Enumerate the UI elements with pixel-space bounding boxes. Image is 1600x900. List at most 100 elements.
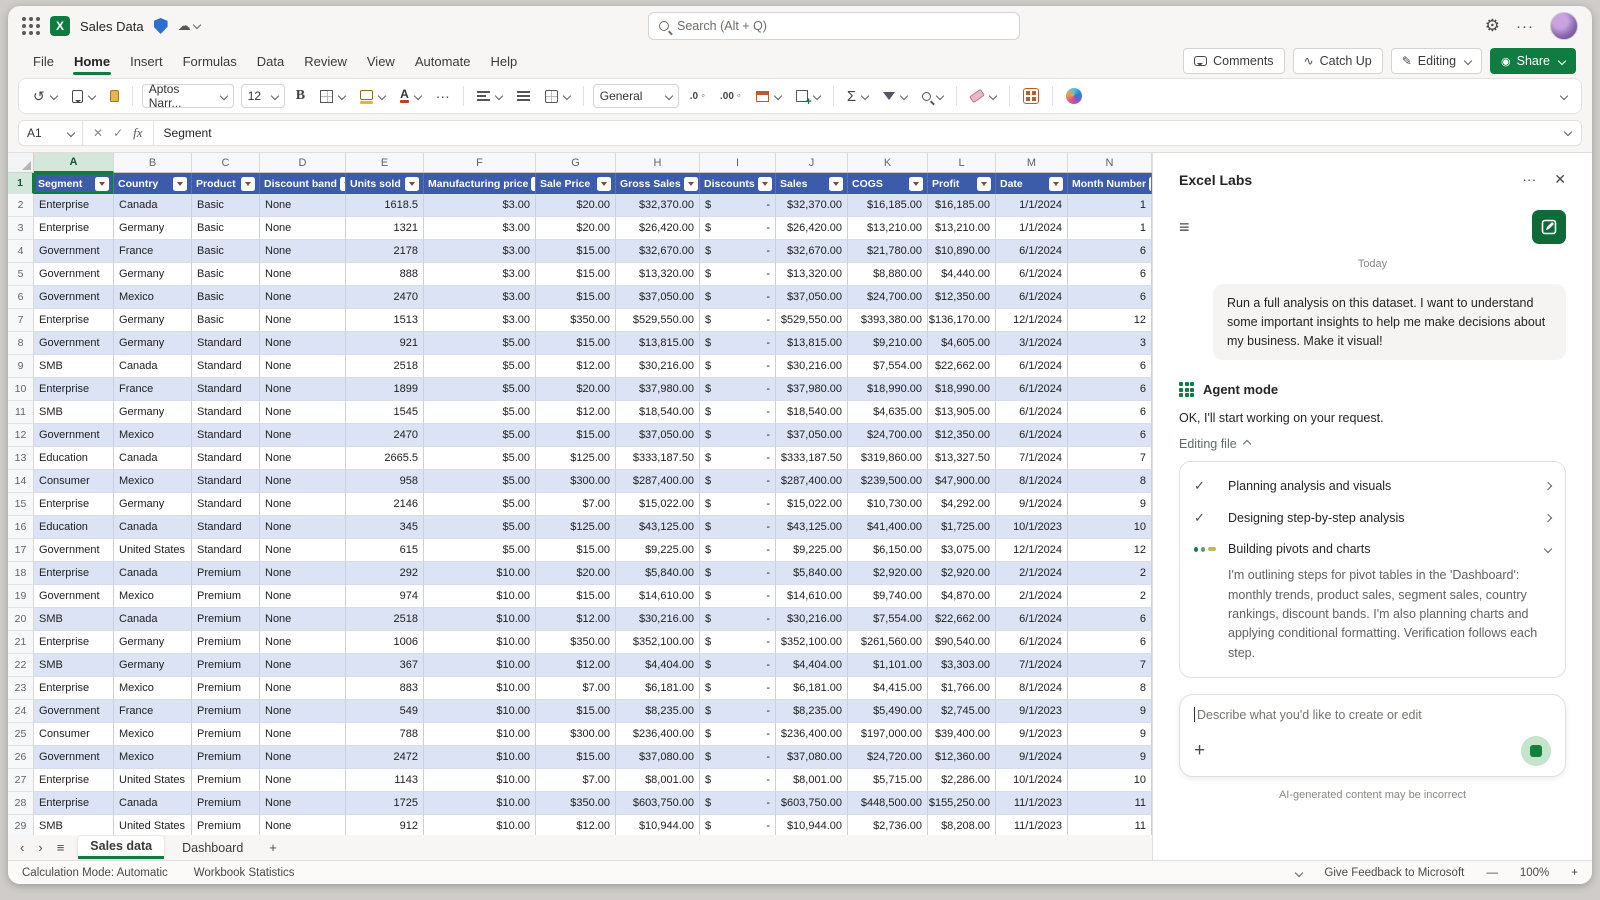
cell-B18[interactable]: Canada (114, 562, 192, 585)
cell-J19[interactable]: $14,610.00 (776, 585, 848, 608)
cell-N20[interactable]: 6 (1068, 608, 1152, 631)
cell-E27[interactable]: 1143 (346, 769, 424, 792)
formula-input[interactable]: Segment (154, 126, 1552, 140)
cell-A29[interactable]: SMB (34, 815, 114, 835)
cell-G8[interactable]: $15.00 (536, 332, 616, 355)
cell-L17[interactable]: $3,075.00 (928, 539, 996, 562)
header-cell-units-sold[interactable]: Units sold (346, 173, 424, 194)
cell-N17[interactable]: 12 (1068, 539, 1152, 562)
cell-A4[interactable]: Government (34, 240, 114, 263)
cell-F10[interactable]: $5.00 (424, 378, 536, 401)
cell-G20[interactable]: $12.00 (536, 608, 616, 631)
ribbon-tab-view[interactable]: View (358, 50, 404, 73)
cell-E3[interactable]: 1321 (346, 217, 424, 240)
cell-E8[interactable]: 921 (346, 332, 424, 355)
cell-M4[interactable]: 6/1/2024 (996, 240, 1068, 263)
column-header-N[interactable]: N (1068, 153, 1152, 173)
cell-F6[interactable]: $3.00 (424, 286, 536, 309)
column-header-E[interactable]: E (346, 153, 424, 173)
cell-L6[interactable]: $12,350.00 (928, 286, 996, 309)
filter-dropdown-icon[interactable] (173, 176, 187, 191)
cell-M17[interactable]: 12/1/2024 (996, 539, 1068, 562)
cell-E16[interactable]: 345 (346, 516, 424, 539)
cell-I13[interactable]: $ - (700, 447, 776, 470)
cell-A12[interactable]: Government (34, 424, 114, 447)
cell-F11[interactable]: $5.00 (424, 401, 536, 424)
cell-J24[interactable]: $8,235.00 (776, 700, 848, 723)
column-header-M[interactable]: M (996, 153, 1068, 173)
cell-J8[interactable]: $13,815.00 (776, 332, 848, 355)
cell-A23[interactable]: Enterprise (34, 677, 114, 700)
cell-J5[interactable]: $13,320.00 (776, 263, 848, 286)
cell-F29[interactable]: $10.00 (424, 815, 536, 835)
editing-mode-button[interactable]: ✎ Editing (1390, 48, 1483, 74)
cell-B29[interactable]: United States (114, 815, 192, 835)
cell-L18[interactable]: $2,920.00 (928, 562, 996, 585)
cell-D21[interactable]: None (260, 631, 346, 654)
row-header-14[interactable]: 14 (8, 470, 34, 493)
cell-D27[interactable]: None (260, 769, 346, 792)
cell-C26[interactable]: Premium (192, 746, 260, 769)
cell-E25[interactable]: 788 (346, 723, 424, 746)
cell-K4[interactable]: $21,780.00 (848, 240, 928, 263)
cell-D5[interactable]: None (260, 263, 346, 286)
cell-A14[interactable]: Consumer (34, 470, 114, 493)
formula-bar-expand-button[interactable] (1552, 126, 1581, 140)
cell-E2[interactable]: 1618.5 (346, 194, 424, 217)
undo-button[interactable]: ↺ (29, 85, 61, 108)
cell-M26[interactable]: 9/1/2024 (996, 746, 1068, 769)
cell-N13[interactable]: 7 (1068, 447, 1152, 470)
cell-C17[interactable]: Standard (192, 539, 260, 562)
cell-J13[interactable]: $333,187.50 (776, 447, 848, 470)
cell-I29[interactable]: $ - (700, 815, 776, 835)
cell-J17[interactable]: $9,225.00 (776, 539, 848, 562)
cell-L14[interactable]: $47,900.00 (928, 470, 996, 493)
cell-A10[interactable]: Enterprise (34, 378, 114, 401)
cell-G3[interactable]: $20.00 (536, 217, 616, 240)
filter-dropdown-icon[interactable] (1049, 176, 1063, 191)
view-shortcuts-button[interactable] (1019, 85, 1043, 107)
cell-K28[interactable]: $448,500.00 (848, 792, 928, 815)
cell-I27[interactable]: $ - (700, 769, 776, 792)
cell-A13[interactable]: Education (34, 447, 114, 470)
cell-A26[interactable]: Government (34, 746, 114, 769)
column-header-C[interactable]: C (192, 153, 260, 173)
cell-F13[interactable]: $5.00 (424, 447, 536, 470)
cell-B8[interactable]: Germany (114, 332, 192, 355)
more-formatting-button[interactable]: ··· (432, 85, 454, 107)
cell-M21[interactable]: 6/1/2024 (996, 631, 1068, 654)
align-button[interactable] (473, 88, 506, 104)
cell-A27[interactable]: Enterprise (34, 769, 114, 792)
cell-H14[interactable]: $287,400.00 (616, 470, 700, 493)
cell-B9[interactable]: Canada (114, 355, 192, 378)
filter-dropdown-icon[interactable] (977, 176, 991, 191)
workbook-statistics-button[interactable]: Workbook Statistics (194, 867, 295, 879)
agent-step-building-pivots-and-charts[interactable]: Building pivots and charts (1194, 534, 1553, 564)
filter-dropdown-icon[interactable] (597, 176, 611, 191)
cell-B12[interactable]: Mexico (114, 424, 192, 447)
cell-M8[interactable]: 3/1/2024 (996, 332, 1068, 355)
cell-D8[interactable]: None (260, 332, 346, 355)
cell-J12[interactable]: $37,050.00 (776, 424, 848, 447)
cell-H16[interactable]: $43,125.00 (616, 516, 700, 539)
cell-N11[interactable]: 6 (1068, 401, 1152, 424)
header-cell-date[interactable]: Date (996, 173, 1068, 194)
cell-C14[interactable]: Standard (192, 470, 260, 493)
row-header-7[interactable]: 7 (8, 309, 34, 332)
cell-I28[interactable]: $ - (700, 792, 776, 815)
cell-D24[interactable]: None (260, 700, 346, 723)
cell-A2[interactable]: Enterprise (34, 194, 114, 217)
cancel-entry-button[interactable]: ✕ (93, 126, 103, 140)
cell-E15[interactable]: 2146 (346, 493, 424, 516)
cell-A15[interactable]: Enterprise (34, 493, 114, 516)
cell-G10[interactable]: $20.00 (536, 378, 616, 401)
cell-E26[interactable]: 2472 (346, 746, 424, 769)
cell-C28[interactable]: Premium (192, 792, 260, 815)
header-cell-discount-band[interactable]: Discount band (260, 173, 346, 194)
cell-F14[interactable]: $5.00 (424, 470, 536, 493)
cell-E6[interactable]: 2470 (346, 286, 424, 309)
row-header-15[interactable]: 15 (8, 493, 34, 516)
cell-E23[interactable]: 883 (346, 677, 424, 700)
cell-K29[interactable]: $2,736.00 (848, 815, 928, 835)
cell-G6[interactable]: $15.00 (536, 286, 616, 309)
